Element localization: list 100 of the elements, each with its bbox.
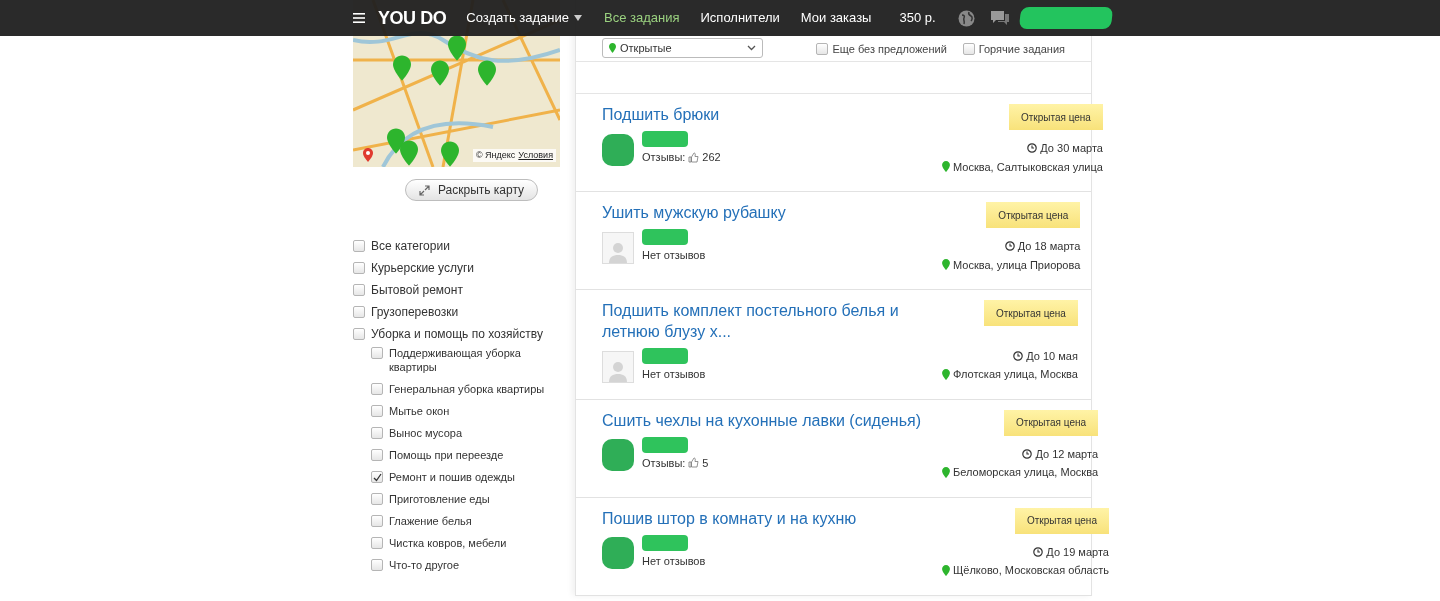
redaction-mark bbox=[642, 131, 688, 147]
price-badge: Открытая цена bbox=[1015, 507, 1109, 534]
deadline: До 18 марта bbox=[1017, 239, 1081, 254]
expand-icon bbox=[418, 184, 430, 196]
menu-icon bbox=[353, 13, 365, 23]
checkbox[interactable] bbox=[371, 405, 383, 417]
caret-icon bbox=[574, 15, 582, 21]
price-badge: Открытая цена bbox=[1008, 104, 1103, 130]
category-label[interactable]: Все категории bbox=[371, 236, 450, 255]
category-label[interactable]: Чистка ковров, мебели bbox=[389, 536, 559, 550]
location-pin-icon bbox=[363, 148, 373, 162]
redaction-mark bbox=[642, 436, 688, 453]
clock-icon bbox=[1013, 350, 1024, 361]
nav-link[interactable]: Исполнители bbox=[700, 8, 780, 28]
checkbox[interactable] bbox=[816, 43, 829, 56]
expand-map-button[interactable]: Раскрыть карту bbox=[405, 179, 538, 201]
redaction-mark bbox=[642, 229, 688, 245]
location-pin-icon bbox=[942, 161, 950, 173]
checkbox[interactable] bbox=[371, 471, 383, 483]
category-label[interactable]: Курьерские услуги bbox=[371, 258, 475, 277]
checkbox[interactable] bbox=[371, 427, 383, 439]
location-pin-icon bbox=[942, 368, 950, 380]
reviews-label: Нет отзывов bbox=[642, 553, 706, 569]
category-label[interactable]: Поддерживающая уборка квартиры bbox=[389, 346, 559, 374]
task-title-link[interactable]: Подшить брюки bbox=[602, 104, 942, 125]
category-label[interactable]: Вынос мусора bbox=[389, 426, 559, 440]
category-label[interactable]: Ремонт и пошив одежды bbox=[389, 470, 559, 484]
checkbox[interactable] bbox=[371, 515, 383, 527]
checkbox[interactable] bbox=[371, 347, 383, 359]
balance[interactable]: 350 р. bbox=[899, 8, 936, 28]
deadline: До 30 марта bbox=[1040, 141, 1103, 156]
task-location: Флотская улица, Москва bbox=[953, 367, 1078, 382]
thumbs-up-icon bbox=[688, 457, 700, 469]
task-title-link[interactable]: Ушить мужскую рубашку bbox=[602, 202, 942, 223]
location-pin-icon bbox=[942, 466, 950, 478]
pin-icon bbox=[609, 43, 616, 53]
review-count: 262 bbox=[702, 150, 721, 165]
category-label[interactable]: Мытье окон bbox=[389, 404, 559, 418]
deadline: До 10 мая bbox=[1026, 348, 1078, 364]
location-pin-icon bbox=[942, 259, 950, 271]
review-count: 5 bbox=[702, 455, 709, 471]
clock-icon bbox=[1022, 448, 1033, 459]
map-pin-icon bbox=[478, 60, 496, 86]
checkbox[interactable] bbox=[353, 327, 365, 340]
checkbox[interactable] bbox=[962, 43, 975, 56]
task-location: Щёлково, Московская область bbox=[953, 563, 1109, 578]
checkbox[interactable] bbox=[371, 559, 383, 571]
chevron-down-icon bbox=[747, 45, 756, 51]
map-pin-icon bbox=[431, 60, 449, 86]
reviews-label: Отзывы: bbox=[642, 455, 686, 471]
map-pin-icon bbox=[393, 55, 411, 81]
logo[interactable]: YOU DO bbox=[378, 4, 447, 32]
thumbs-up-icon bbox=[688, 151, 700, 163]
clock-icon bbox=[1027, 143, 1038, 154]
filter-label[interactable]: Еще без предложений bbox=[832, 41, 947, 58]
task-location: Беломорская улица, Москва bbox=[953, 465, 1099, 480]
redaction-mark bbox=[602, 133, 634, 166]
nav-link[interactable]: Мои заказы bbox=[800, 8, 872, 28]
map-pin-icon bbox=[441, 141, 459, 167]
task-title-link[interactable]: Пошив штор в комнату и на кухню bbox=[602, 507, 942, 529]
chat-icon bbox=[989, 10, 1010, 26]
nav-link[interactable]: Все задания bbox=[604, 8, 680, 28]
status-dropdown[interactable]: Открытые bbox=[602, 38, 763, 58]
map-pin-icon bbox=[400, 140, 418, 166]
checkbox[interactable] bbox=[371, 537, 383, 549]
category-label[interactable]: Генеральная уборка квартиры bbox=[389, 382, 559, 396]
terms-link[interactable]: Условия bbox=[518, 148, 553, 162]
redaction-mark bbox=[602, 439, 634, 471]
globe-icon bbox=[957, 9, 975, 27]
checkbox[interactable] bbox=[371, 449, 383, 461]
redaction-mark bbox=[642, 348, 688, 364]
deadline: До 19 марта bbox=[1046, 544, 1109, 560]
location-pin-icon bbox=[942, 564, 950, 576]
clock-icon bbox=[1004, 241, 1015, 252]
reviews-label: Отзывы: bbox=[642, 150, 686, 165]
price-badge: Открытая цена bbox=[983, 300, 1078, 326]
reviews-label: Нет отзывов bbox=[642, 248, 706, 263]
checkbox[interactable] bbox=[371, 493, 383, 505]
category-label[interactable]: Бытовой ремонт bbox=[371, 280, 463, 299]
task-title-link[interactable]: Подшить комплект постельного белья и летнюю блузу х... bbox=[602, 300, 942, 342]
category-label[interactable]: Помощь при переезде bbox=[389, 448, 559, 462]
category-label[interactable]: Приготовление еды bbox=[389, 492, 559, 506]
price-badge: Открытая цена bbox=[1004, 409, 1099, 436]
map-attribution: © Яндекс bbox=[475, 148, 516, 162]
checkbox[interactable] bbox=[353, 261, 365, 274]
category-label[interactable]: Грузоперевозки bbox=[371, 302, 459, 321]
map-pin-icon bbox=[448, 35, 466, 61]
redaction-mark bbox=[642, 534, 688, 551]
filter-label[interactable]: Горячие задания bbox=[978, 41, 1065, 58]
category-label[interactable]: Уборка и помощь по хозяйству bbox=[371, 324, 543, 343]
checkbox[interactable] bbox=[353, 305, 365, 318]
category-label[interactable]: Что-то другое bbox=[389, 558, 559, 572]
checkbox[interactable] bbox=[371, 383, 383, 395]
task-title-link[interactable]: Сшить чехлы на кухонные лавки (сиденья) bbox=[602, 409, 942, 431]
task-location: Москва, улица Приорова bbox=[953, 257, 1081, 273]
map-pin-icon bbox=[387, 128, 405, 154]
checkbox[interactable] bbox=[353, 283, 365, 296]
deadline: До 12 марта bbox=[1035, 446, 1099, 462]
checkbox[interactable] bbox=[353, 239, 365, 252]
category-label[interactable]: Глажение белья bbox=[389, 514, 559, 528]
